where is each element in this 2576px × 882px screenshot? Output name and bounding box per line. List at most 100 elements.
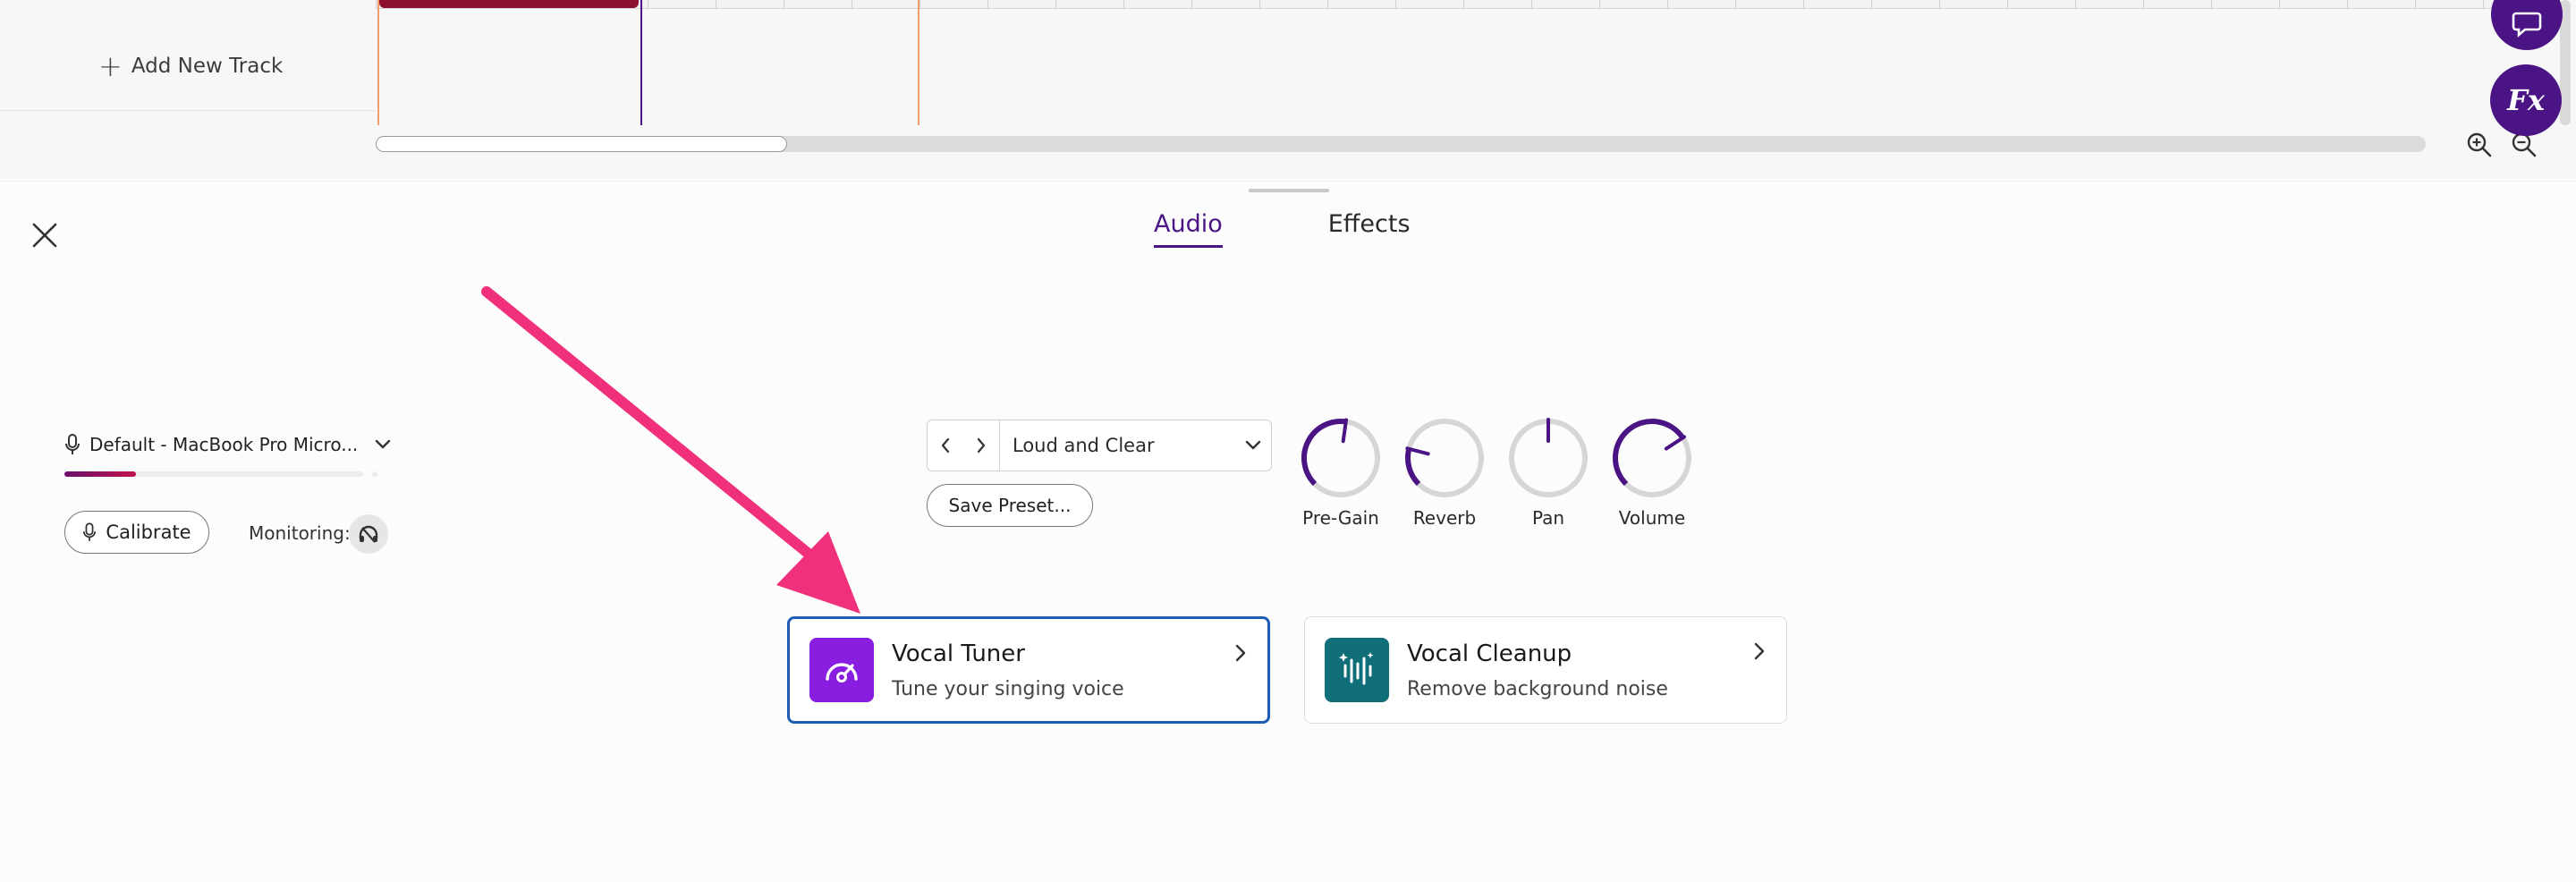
add-new-track-label: Add New Track — [131, 55, 284, 78]
zoom-in-button[interactable] — [2463, 129, 2496, 161]
vocal-cleanup-subtitle: Remove background noise — [1407, 677, 1668, 700]
microphone-icon — [83, 522, 97, 541]
pre-gain-label: Pre-Gain — [1302, 507, 1379, 529]
ruler-tick — [376, 0, 377, 9]
chat-button[interactable] — [2491, 0, 2563, 50]
pre-gain-knob-dial[interactable] — [1299, 416, 1383, 500]
preset-selector: Loud and Clear — [927, 420, 1272, 471]
waveform-sparkle-icon — [1339, 652, 1374, 685]
vocal-tuner-icon-tile — [809, 638, 874, 702]
vocal-cleanup-icon-tile — [1325, 638, 1389, 702]
ruler-tick — [1395, 0, 1396, 9]
fx-button[interactable]: Fx — [2490, 64, 2562, 136]
close-icon — [32, 223, 57, 248]
ruler-tick — [1191, 0, 1192, 9]
ruler-tick — [2347, 0, 2348, 9]
previous-preset-button[interactable] — [928, 420, 963, 471]
chevron-down-icon — [1245, 440, 1261, 450]
chevron-right-icon — [1235, 644, 1246, 662]
reverb-knob[interactable]: Reverb — [1402, 416, 1487, 529]
pre-gain-knob[interactable]: Pre-Gain — [1299, 416, 1383, 529]
knob-ring — [1405, 419, 1484, 497]
volume-label: Volume — [1618, 507, 1686, 529]
vocal-cleanup-title: Vocal Cleanup — [1407, 640, 1572, 667]
audio-clip[interactable] — [379, 0, 639, 8]
ruler-tick — [2143, 0, 2144, 9]
next-preset-button[interactable] — [963, 420, 999, 471]
fx-label: Fx — [2507, 83, 2545, 117]
ruler-tick — [2483, 0, 2484, 9]
reverb-label: Reverb — [1412, 507, 1477, 529]
ruler-tick — [1055, 0, 1056, 9]
input-level-meter — [64, 471, 363, 477]
ruler-tick — [1667, 0, 1668, 9]
playhead[interactable] — [640, 0, 642, 125]
input-device-select[interactable]: Default - MacBook Pro Micro... — [64, 434, 392, 455]
ruler-tick — [2415, 0, 2416, 9]
ruler-tick — [919, 0, 920, 9]
zoom-in-icon — [2467, 132, 2492, 157]
ruler-tick — [1123, 0, 1124, 9]
reverb-knob-dial[interactable] — [1402, 416, 1487, 500]
vocal-tuner-subtitle: Tune your singing voice — [892, 677, 1124, 700]
ruler-tick — [1939, 0, 1940, 9]
ruler-tick — [1531, 0, 1532, 9]
close-panel-button[interactable] — [27, 217, 63, 253]
input-level-clip-indicator — [372, 471, 377, 477]
tab-effects[interactable]: Effects — [1328, 210, 1411, 248]
timeline: + Add New Track Fx — [0, 0, 2576, 179]
knob-value-arc — [1301, 419, 1347, 487]
pan-knob-dial[interactable] — [1506, 416, 1590, 500]
save-preset-button[interactable]: Save Preset... — [927, 484, 1093, 527]
preset-dropdown-toggle[interactable] — [1235, 439, 1271, 452]
monitoring-label: Monitoring: — [249, 522, 351, 544]
microphone-icon — [65, 434, 80, 454]
chevron-down-icon — [376, 439, 391, 449]
knob-value-arc — [1405, 448, 1421, 487]
preset-dropdown[interactable]: Loud and Clear — [1000, 435, 1235, 456]
headphones-off-icon — [359, 525, 378, 543]
knob-group: Pre-Gain Reverb Pan Volume — [1299, 416, 1694, 529]
ruler-tick — [1327, 0, 1328, 9]
chat-bubble-icon — [2512, 12, 2542, 38]
ruler-tick — [2279, 0, 2280, 9]
pan-knob[interactable]: Pan — [1506, 416, 1590, 529]
ruler-tick — [1803, 0, 1804, 9]
monitoring-toggle[interactable] — [349, 514, 388, 554]
ruler-tick — [987, 0, 988, 9]
volume-knob[interactable]: Volume — [1610, 416, 1694, 529]
vocal-tuner-title: Vocal Tuner — [892, 640, 1025, 667]
chevron-left-icon — [941, 437, 950, 454]
gauge-icon — [826, 663, 858, 683]
ruler-tick — [1463, 0, 1464, 9]
plus-icon: + — [98, 49, 123, 83]
ruler-tick — [1259, 0, 1260, 9]
loop-start-marker[interactable] — [377, 0, 379, 125]
horizontal-scroll-thumb[interactable] — [376, 136, 787, 152]
track-settings-panel: Audio Effects Default - MacBook Pro Micr… — [0, 181, 2576, 882]
knob-pointer — [1664, 435, 1686, 451]
calibrate-label: Calibrate — [106, 522, 191, 543]
ruler-tick — [1735, 0, 1736, 9]
knob-value-arc — [1613, 419, 1685, 487]
vocal-tuner-card[interactable]: Vocal Tuner Tune your singing voice — [787, 616, 1270, 724]
input-device-label: Default - MacBook Pro Micro... — [89, 434, 359, 455]
chevron-right-icon — [1754, 642, 1765, 660]
panel-tabs: Audio Effects — [1154, 210, 1411, 248]
volume-knob-dial[interactable] — [1610, 416, 1694, 500]
track-header-area: + Add New Track — [0, 9, 376, 111]
vocal-cleanup-card[interactable]: Vocal Cleanup Remove background noise — [1304, 616, 1787, 724]
ruler-tick — [2075, 0, 2076, 9]
ruler-tick — [2007, 0, 2008, 9]
loop-end-marker[interactable] — [918, 0, 919, 125]
ruler-tick — [1599, 0, 1600, 9]
timeline-ruler[interactable] — [376, 0, 2567, 9]
input-level-fill — [64, 471, 137, 477]
chevron-right-icon — [977, 437, 986, 454]
panel-drag-handle[interactable] — [1249, 189, 1329, 192]
pan-label: Pan — [1531, 507, 1565, 529]
calibrate-button[interactable]: Calibrate — [64, 511, 209, 554]
ruler-tick — [2211, 0, 2212, 9]
tab-audio[interactable]: Audio — [1154, 210, 1223, 248]
add-new-track-button[interactable]: + Add New Track — [98, 52, 283, 81]
